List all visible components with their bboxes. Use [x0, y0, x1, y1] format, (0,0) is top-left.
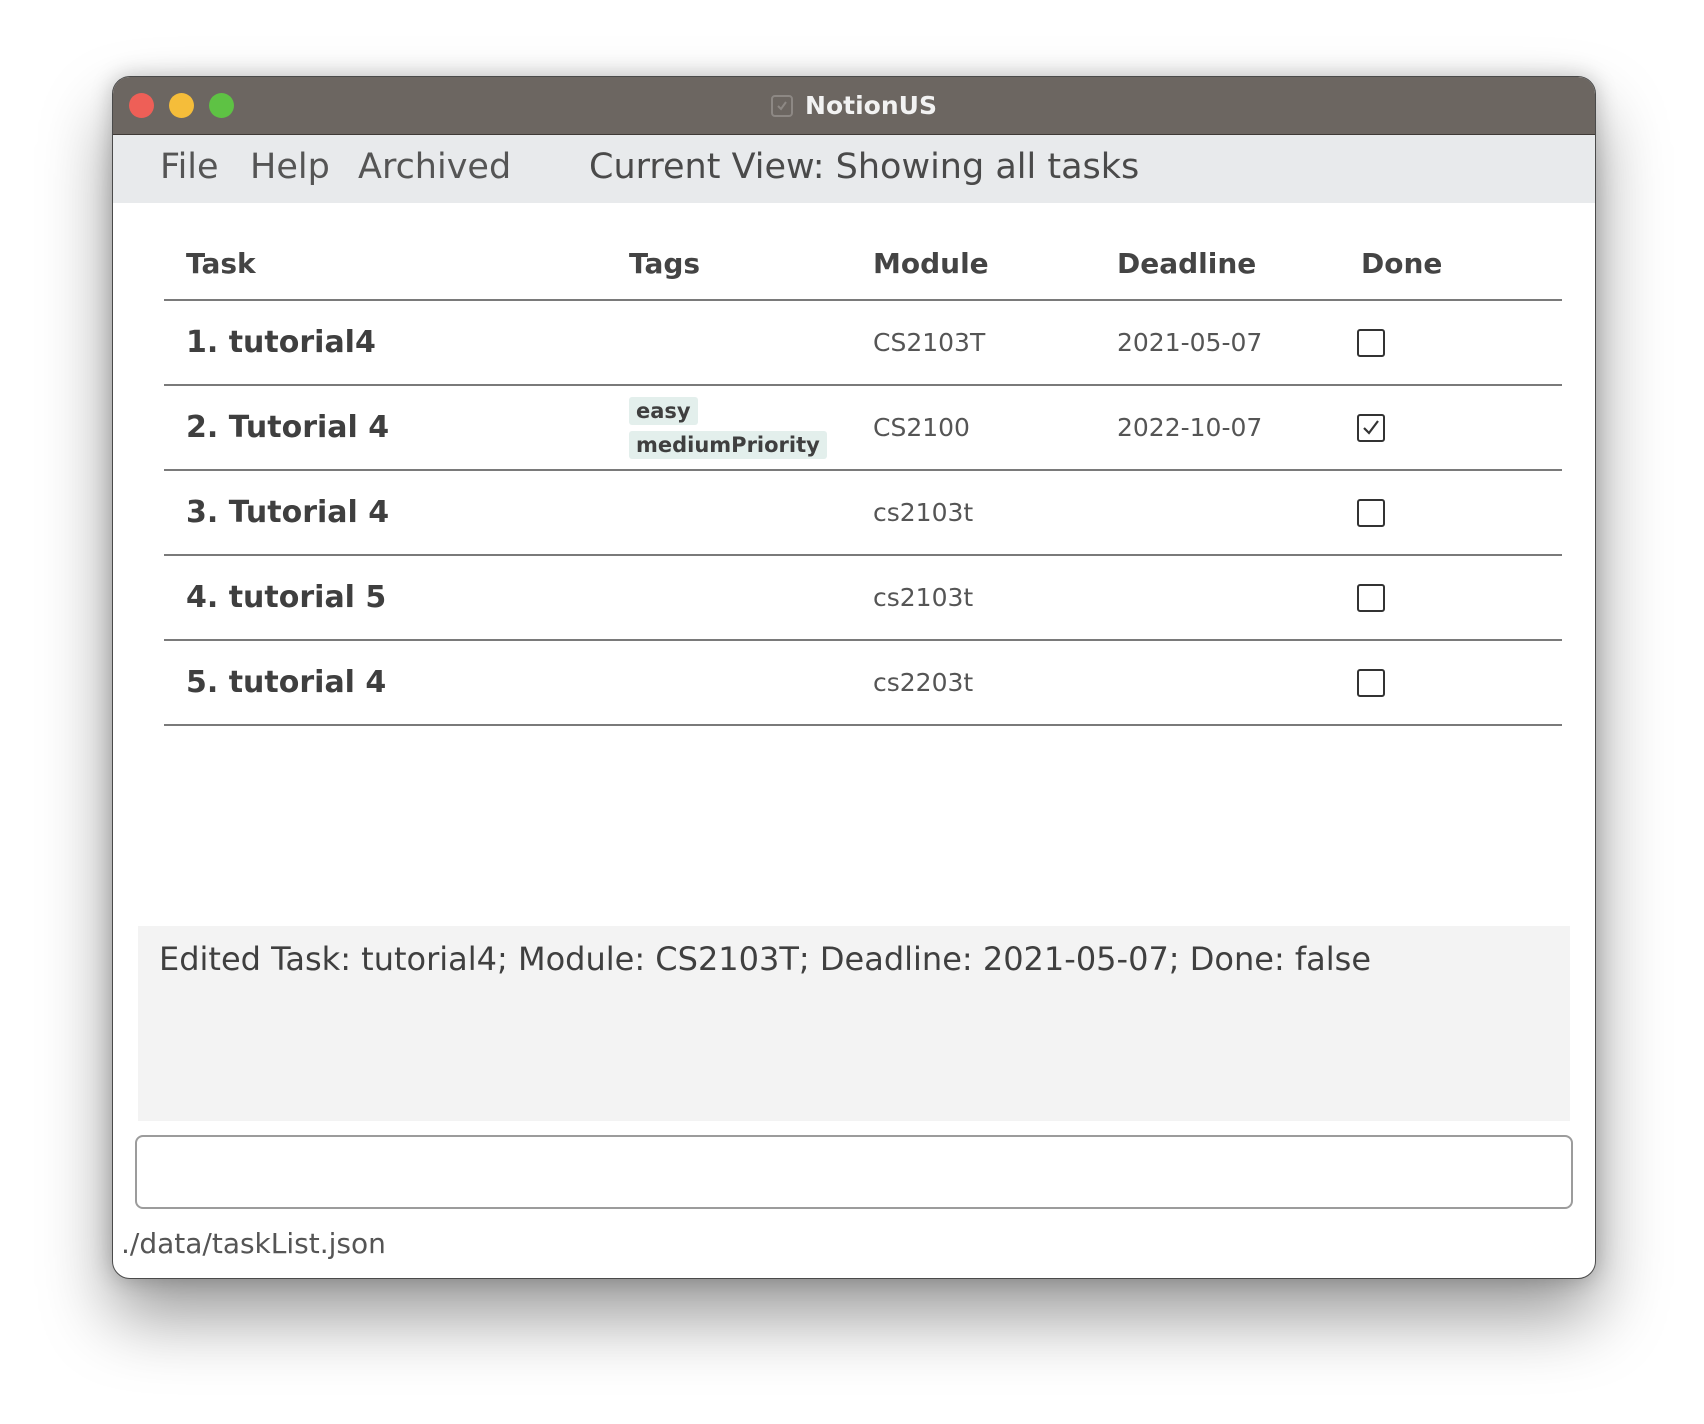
task-module: cs2103t	[873, 498, 974, 527]
column-header-task[interactable]: Task	[186, 247, 256, 280]
task-module: cs2103t	[873, 583, 974, 612]
done-checkbox[interactable]	[1357, 413, 1385, 442]
menu-file[interactable]: File	[160, 147, 219, 187]
done-checkbox[interactable]	[1357, 328, 1385, 357]
done-checkbox[interactable]	[1357, 668, 1385, 697]
done-checkbox[interactable]	[1357, 498, 1385, 527]
task-module: CS2100	[873, 413, 970, 442]
task-table: Task Tags Module Deadline Done 1. tutori…	[164, 237, 1562, 726]
table-row[interactable]: 5. tutorial 4 cs2203t	[164, 641, 1562, 726]
current-view-label: Current View: Showing all tasks	[589, 147, 1140, 187]
task-name: 5. tutorial 4	[186, 665, 387, 700]
app-icon	[771, 94, 794, 117]
result-display[interactable]: Edited Task: tutorial4; Module: CS2103T;…	[138, 926, 1570, 1121]
table-header: Task Tags Module Deadline Done	[164, 237, 1562, 301]
task-name: 4. tutorial 5	[186, 580, 387, 615]
task-module: cs2203t	[873, 668, 974, 697]
column-header-deadline[interactable]: Deadline	[1117, 247, 1256, 280]
task-tags: easy mediumPriority	[629, 386, 827, 469]
status-file-path: ./data/taskList.json	[121, 1227, 386, 1260]
done-cell	[1357, 641, 1385, 724]
done-checkbox[interactable]	[1357, 583, 1385, 612]
task-name: 2. Tutorial 4	[186, 410, 390, 445]
task-name: 3. Tutorial 4	[186, 495, 390, 530]
done-cell	[1357, 301, 1385, 384]
result-message: Edited Task: tutorial4; Module: CS2103T;…	[159, 940, 1372, 978]
table-row[interactable]: 3. Tutorial 4 cs2103t	[164, 471, 1562, 556]
menu-help[interactable]: Help	[250, 147, 330, 187]
window-title-wrap: NotionUS	[113, 77, 1595, 134]
task-deadline: 2022-10-07	[1117, 413, 1263, 442]
check-icon	[1363, 419, 1379, 435]
menu-archived[interactable]: Archived	[358, 147, 511, 187]
title-bar[interactable]: NotionUS	[113, 77, 1595, 135]
table-row[interactable]: 4. tutorial 5 cs2103t	[164, 556, 1562, 641]
done-cell	[1357, 471, 1385, 554]
task-module: CS2103T	[873, 328, 986, 357]
column-header-done[interactable]: Done	[1361, 247, 1442, 280]
task-deadline: 2021-05-07	[1117, 328, 1263, 357]
task-name: 1. tutorial4	[186, 325, 376, 360]
column-header-tags[interactable]: Tags	[629, 247, 700, 280]
table-row[interactable]: 2. Tutorial 4 easy mediumPriority CS2100…	[164, 386, 1562, 471]
tag-badge: mediumPriority	[629, 430, 827, 459]
window-title: NotionUS	[805, 91, 937, 120]
tag-badge: easy	[629, 396, 698, 425]
table-row[interactable]: 1. tutorial4 CS2103T 2021-05-07	[164, 301, 1562, 386]
column-header-module[interactable]: Module	[873, 247, 989, 280]
app-window: NotionUS File Help Archived Current View…	[112, 76, 1596, 1279]
done-cell	[1357, 386, 1385, 469]
menu-bar: File Help Archived Current View: Showing…	[113, 135, 1595, 203]
command-input[interactable]	[135, 1135, 1573, 1209]
done-cell	[1357, 556, 1385, 639]
